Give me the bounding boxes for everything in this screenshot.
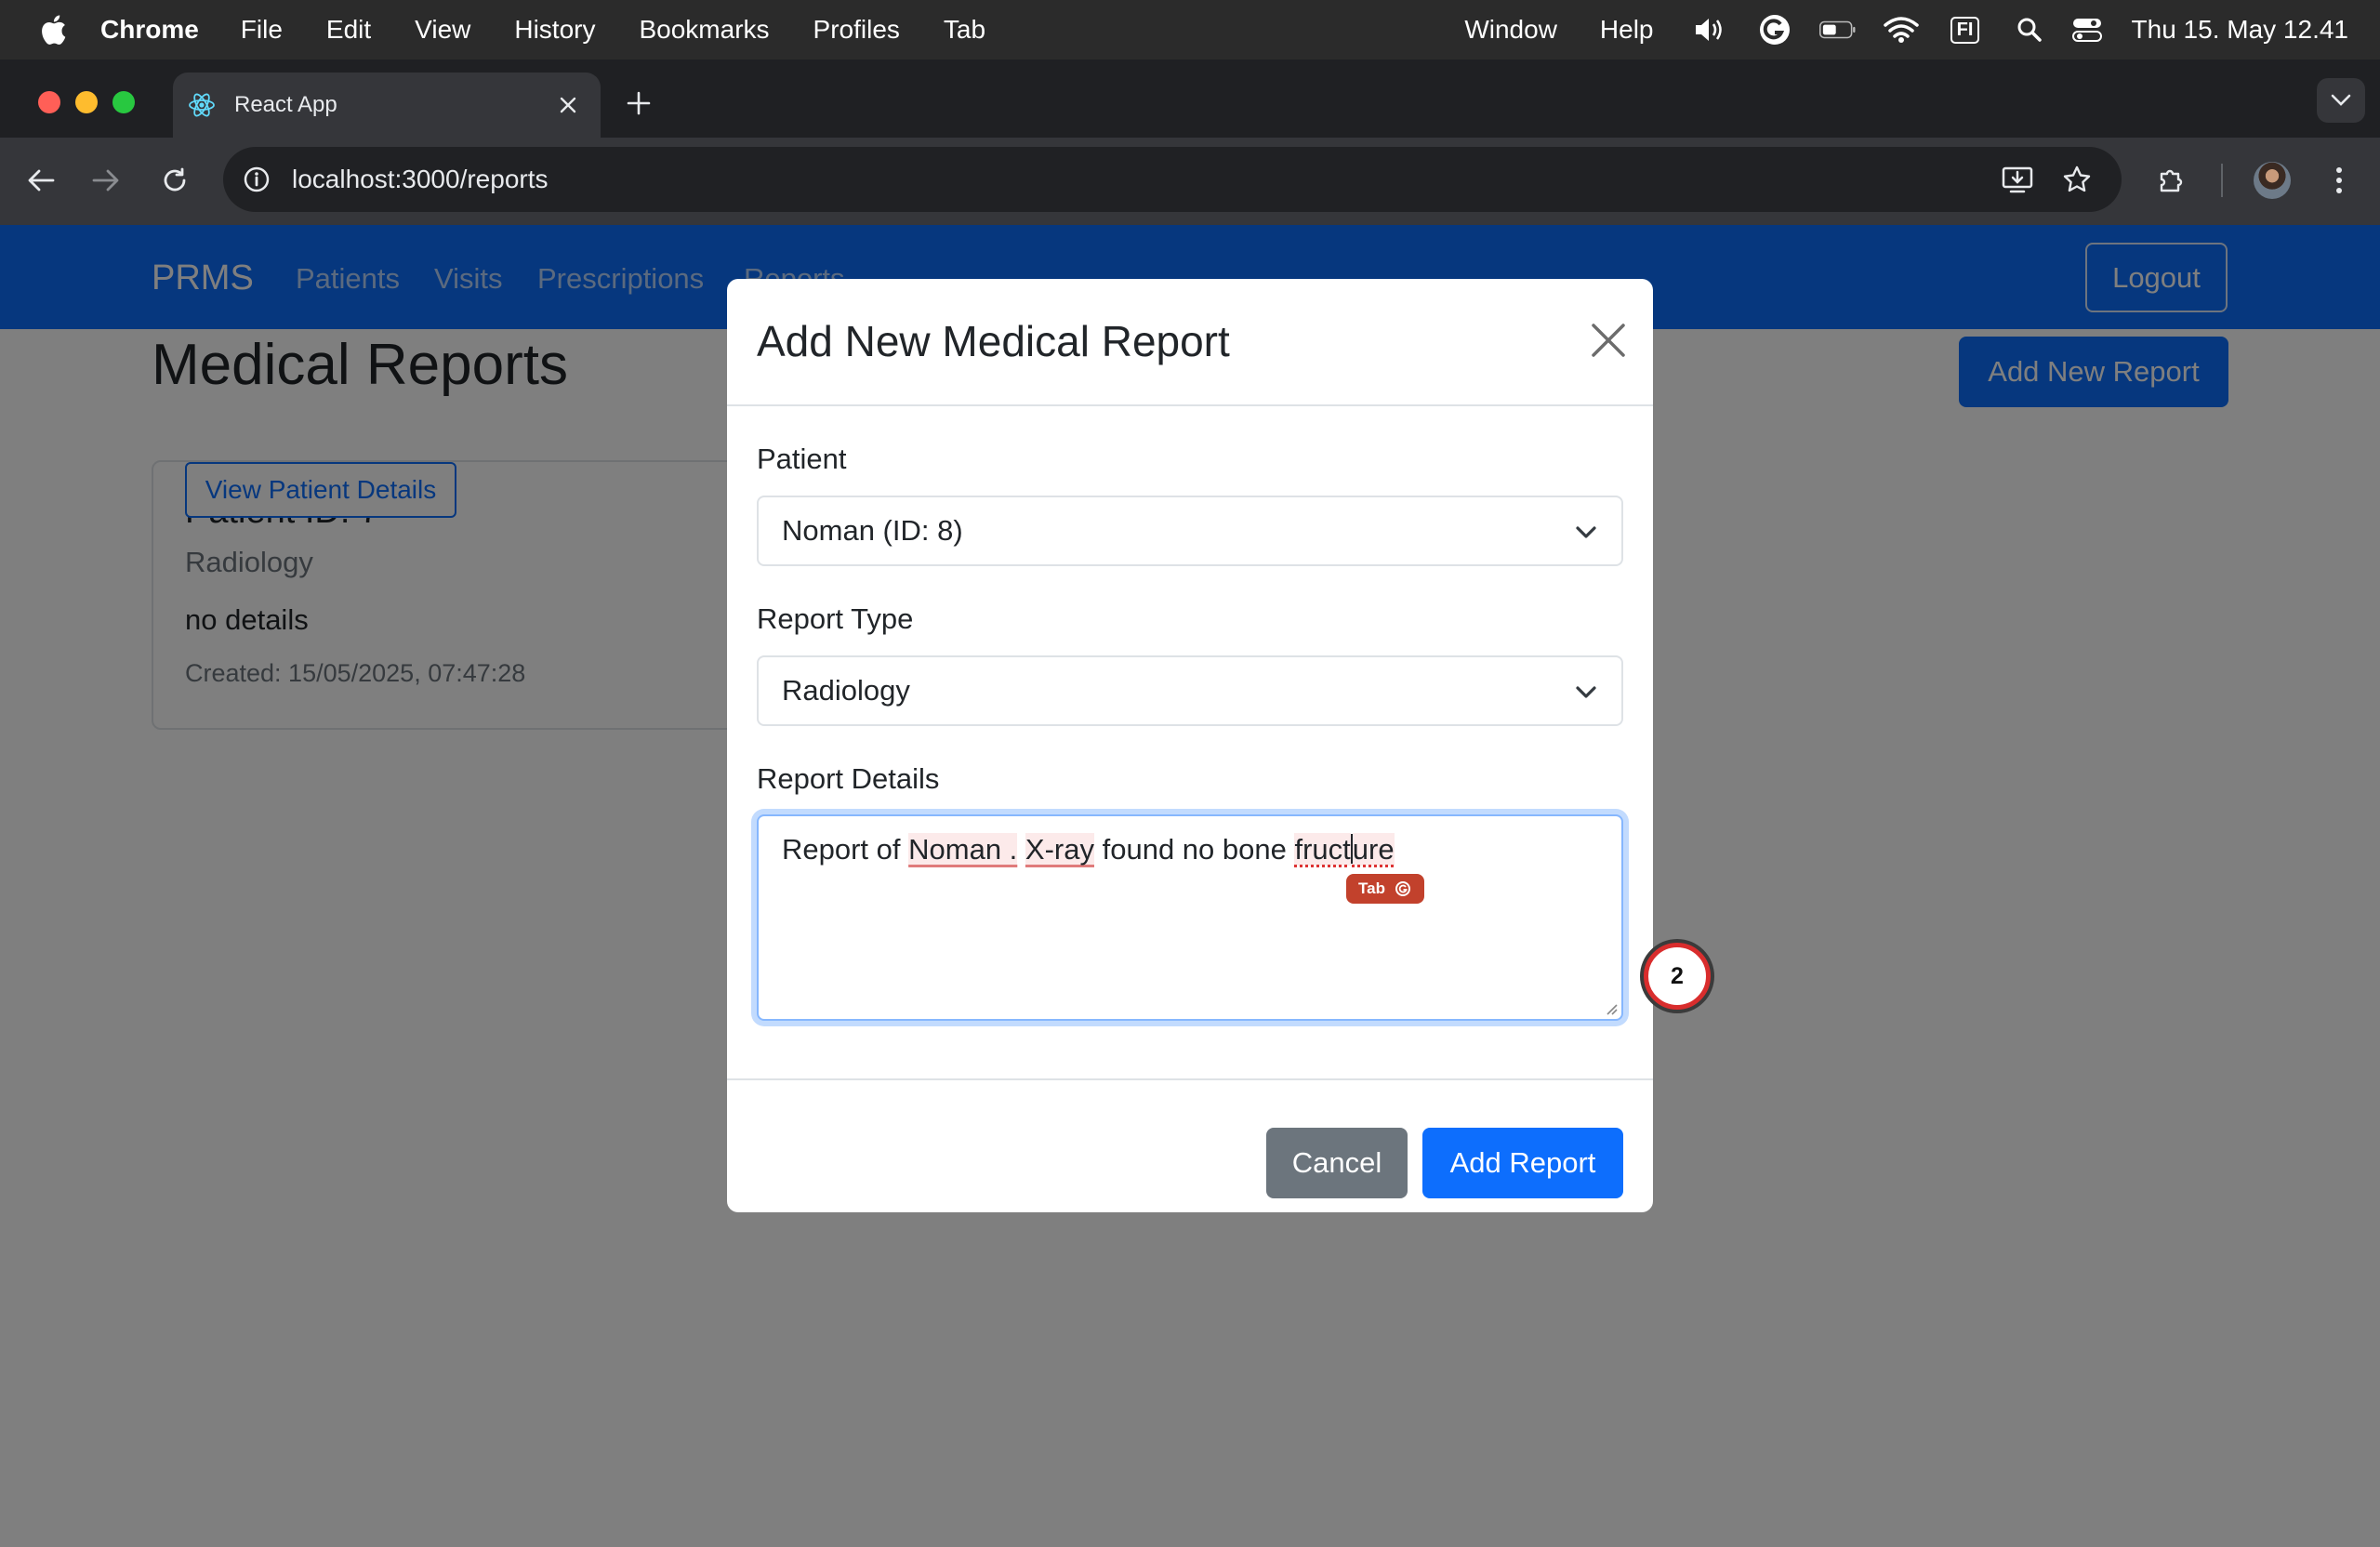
grammar-issues-badge[interactable]: 2 (1644, 943, 1711, 1010)
browser-toolbar: localhost:3000/reports (0, 138, 2380, 225)
modal-footer: Cancel Add Report (727, 1078, 1653, 1212)
input-source-label: FI (1950, 16, 1980, 44)
details-text-flagged[interactable]: X-ray (1025, 833, 1094, 866)
modal-title: Add New Medical Report (757, 317, 1230, 365)
details-text-plain: Report of (782, 833, 909, 866)
patient-label: Patient (757, 443, 847, 475)
modal-close-icon[interactable] (1586, 318, 1631, 363)
grammar-issues-count: 2 (1671, 962, 1684, 989)
menu-bar-clock[interactable]: Thu 15. May 12.41 (2132, 15, 2348, 45)
chevron-down-icon (1571, 678, 1601, 707)
tab-close-icon[interactable] (552, 89, 584, 121)
details-text-misspelled[interactable]: ure (1352, 833, 1395, 866)
wifi-icon[interactable] (1883, 11, 1920, 48)
menu-bookmarks[interactable]: Bookmarks (639, 15, 769, 45)
menu-help[interactable]: Help (1600, 15, 1654, 45)
details-text-flagged[interactable]: Noman . (908, 833, 1018, 866)
window-zoom-button[interactable] (112, 91, 135, 113)
grammarly-mini-icon (1395, 881, 1410, 896)
apple-icon[interactable] (37, 14, 69, 46)
window-minimize-button[interactable] (75, 91, 98, 113)
menu-app-chrome[interactable]: Chrome (100, 15, 199, 45)
report-type-select[interactable]: Radiology (757, 655, 1623, 726)
forward-arrow-icon[interactable] (84, 158, 128, 203)
control-center-icon[interactable] (2069, 11, 2106, 48)
autocomplete-tab-hint[interactable]: Tab (1346, 874, 1424, 904)
extensions-puzzle-icon[interactable] (2149, 158, 2194, 203)
patient-select[interactable]: Noman (ID: 8) (757, 496, 1623, 566)
window-close-button[interactable] (38, 91, 60, 113)
menu-window[interactable]: Window (1464, 15, 1557, 45)
cancel-button[interactable]: Cancel (1266, 1128, 1408, 1198)
tab-search-chevron-icon[interactable] (2317, 78, 2365, 123)
details-text-misspelled[interactable]: fruct (1294, 833, 1351, 866)
address-bar[interactable]: localhost:3000/reports (223, 147, 2122, 212)
reload-icon[interactable] (152, 158, 197, 203)
report-type-label: Report Type (757, 602, 914, 635)
menu-bar-right: Window Help FI Thu 15. May 12.41 (1464, 0, 2380, 60)
details-text-plain: found no bone (1094, 833, 1295, 866)
battery-icon[interactable] (1818, 11, 1857, 48)
input-source-indicator[interactable]: FI (1946, 11, 1985, 48)
browser-tab-active[interactable]: React App (173, 73, 601, 138)
back-arrow-icon[interactable] (19, 158, 63, 203)
url-text[interactable]: localhost:3000/reports (292, 165, 549, 194)
menu-tab[interactable]: Tab (944, 15, 985, 45)
report-details-textarea[interactable]: Report of Noman . X-ray found no bone fr… (757, 814, 1623, 1021)
chrome-menu-kebab-icon[interactable] (2317, 158, 2361, 203)
tab-hint-label: Tab (1358, 879, 1385, 897)
report-details-label: Report Details (757, 762, 940, 795)
resize-grip-icon[interactable] (1603, 1000, 1618, 1015)
report-type-select-value: Radiology (782, 674, 910, 707)
modal-header: Add New Medical Report (727, 279, 1653, 406)
menu-profiles[interactable]: Profiles (813, 15, 900, 45)
macos-menu-bar: Chrome File Edit View History Bookmarks … (0, 0, 2380, 60)
menu-file[interactable]: File (241, 15, 283, 45)
menu-history[interactable]: History (514, 15, 595, 45)
details-text-plain (1017, 833, 1025, 866)
chevron-down-icon (1571, 518, 1601, 548)
menu-view[interactable]: View (415, 15, 470, 45)
add-report-modal: Add New Medical Report Patient Noman (ID… (727, 279, 1653, 1212)
menu-edit[interactable]: Edit (326, 15, 371, 45)
tab-title: React App (234, 92, 337, 117)
new-tab-plus-icon[interactable] (620, 85, 657, 122)
grammarly-icon[interactable] (1756, 11, 1793, 48)
patient-select-value: Noman (ID: 8) (782, 514, 963, 547)
browser-tab-strip: React App (0, 60, 2380, 138)
add-report-button[interactable]: Add Report (1422, 1128, 1623, 1198)
toolbar-divider (2221, 164, 2223, 197)
bookmark-star-icon[interactable] (2056, 159, 2097, 200)
volume-icon[interactable] (1693, 11, 1730, 48)
site-info-icon[interactable] (238, 161, 275, 198)
install-app-icon[interactable] (1997, 159, 2038, 200)
react-logo-icon (188, 91, 216, 119)
profile-avatar[interactable] (2254, 162, 2291, 199)
spotlight-search-icon[interactable] (2011, 11, 2048, 48)
